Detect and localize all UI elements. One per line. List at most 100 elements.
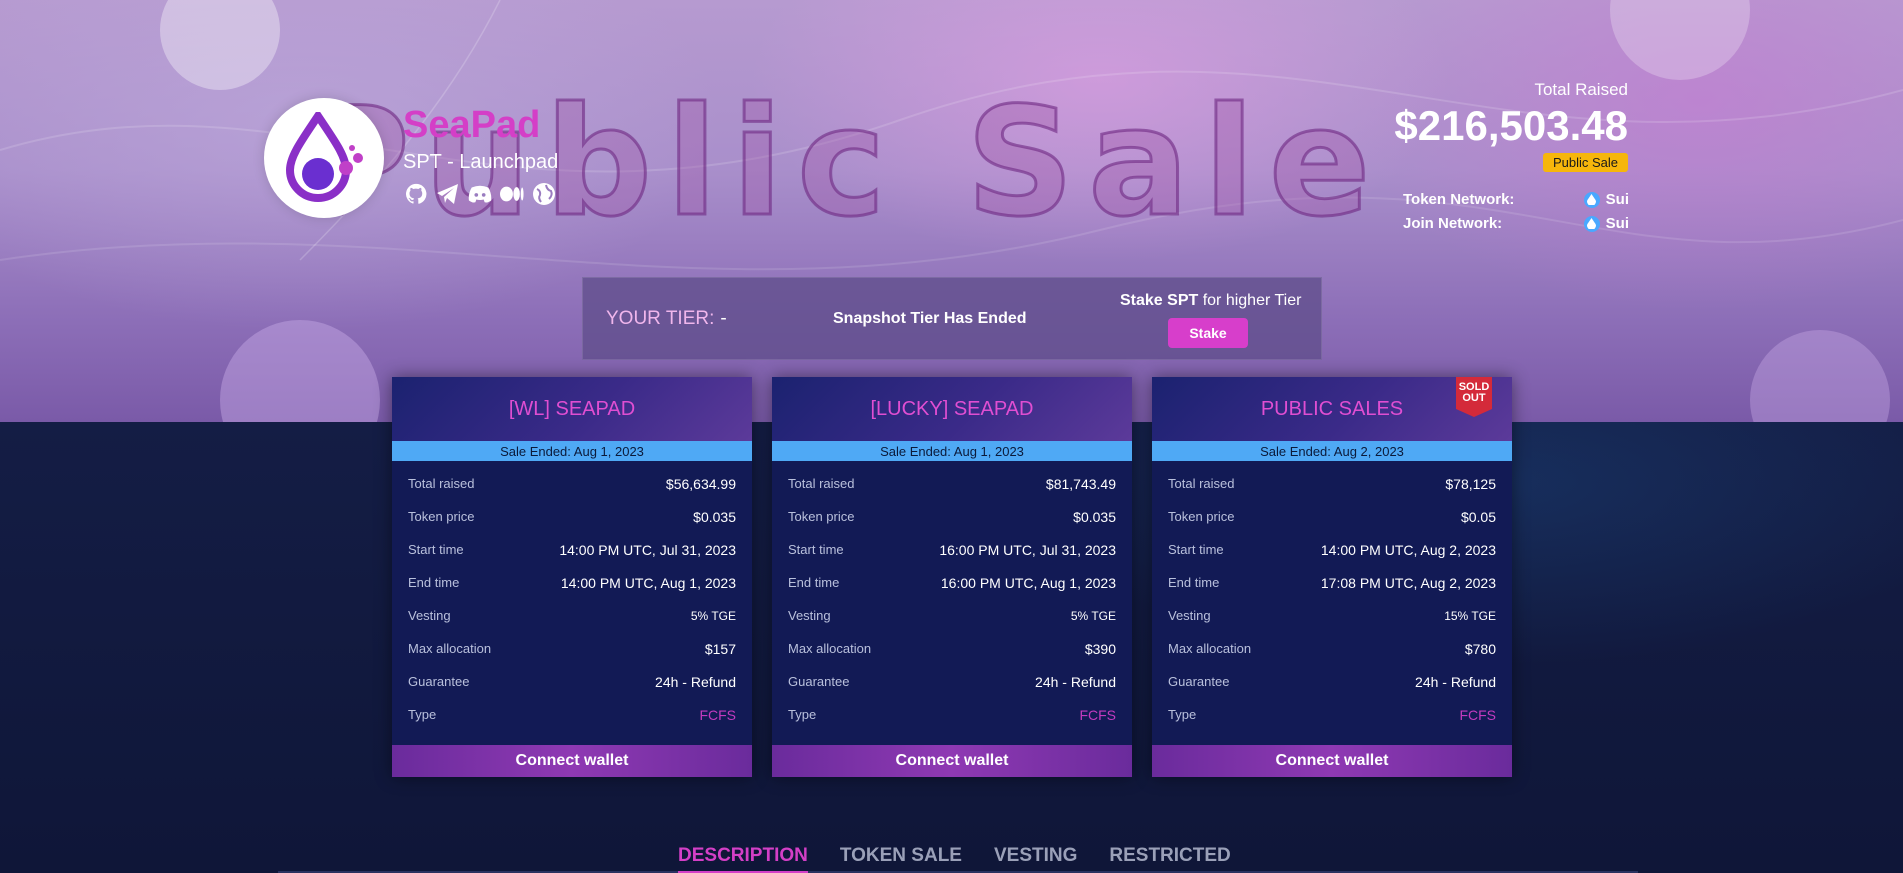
detail-label: Type — [788, 707, 817, 722]
seapad-logo-icon — [285, 112, 363, 202]
detail-row: Guarantee 24h - Refund — [408, 665, 736, 698]
stake-prompt: Stake SPT for higher Tier — [1120, 292, 1301, 310]
detail-row: Start time 14:00 PM UTC, Aug 2, 2023 — [1168, 533, 1496, 566]
globe-icon[interactable] — [532, 182, 556, 206]
telegram-icon[interactable] — [436, 182, 460, 206]
sale-ended-date: Sale Ended: Aug 2, 2023 — [1152, 441, 1512, 461]
detail-value: 15% TGE — [1444, 608, 1496, 623]
snapshot-status: Snapshot Tier Has Ended — [833, 310, 1027, 327]
connect-wallet-button[interactable]: Connect wallet — [392, 745, 752, 777]
pool-title: [LUCKY] SEAPAD — [772, 377, 1132, 441]
sold-out-badge: SOLD OUT — [1456, 377, 1492, 417]
detail-row: Type FCFS — [788, 698, 1116, 731]
pool-details: Total raised $56,634.99 Token price $0.035 S… — [392, 461, 752, 731]
detail-label: Vesting — [788, 608, 831, 623]
detail-label: Start time — [788, 542, 844, 557]
stake-button[interactable]: Stake — [1168, 318, 1248, 348]
detail-value: 5% TGE — [690, 608, 736, 623]
detail-row: Token price $0.035 — [788, 500, 1116, 533]
discord-icon[interactable] — [468, 182, 492, 206]
detail-value: $0.035 — [1073, 508, 1116, 525]
detail-label: Guarantee — [408, 674, 470, 689]
join-network-label: Join Network: — [1403, 215, 1503, 232]
detail-label: Guarantee — [1168, 674, 1230, 689]
connect-wallet-button[interactable]: Connect wallet — [772, 745, 1132, 777]
tab-restricted[interactable]: RESTRICTED — [1109, 845, 1230, 873]
project-subtitle: SPT - Launchpad — [403, 151, 559, 173]
detail-row: Type FCFS — [408, 698, 736, 731]
detail-value: 16:00 PM UTC, Aug 1, 2023 — [940, 574, 1116, 591]
detail-value: 24h - Refund — [1035, 673, 1116, 690]
detail-label: Start time — [408, 542, 464, 557]
detail-value: 14:00 PM UTC, Aug 2, 2023 — [1320, 541, 1496, 558]
detail-value: $0.035 — [693, 508, 736, 525]
detail-value: 24h - Refund — [1415, 673, 1496, 690]
detail-label: Vesting — [1168, 608, 1211, 623]
stake-prompt-rest: for higher Tier — [1198, 292, 1302, 309]
detail-row: Token price $0.035 — [408, 500, 736, 533]
detail-value: $78,125 — [1445, 475, 1496, 492]
detail-row: End time 14:00 PM UTC, Aug 1, 2023 — [408, 566, 736, 599]
tab-description[interactable]: DESCRIPTION — [678, 845, 808, 873]
detail-value: $157 — [704, 640, 736, 657]
detail-row: End time 17:08 PM UTC, Aug 2, 2023 — [1168, 566, 1496, 599]
token-network-row: Token Network: Sui — [1403, 191, 1629, 208]
join-network-row: Join Network: Sui — [1403, 215, 1629, 232]
stake-prompt-bold: Stake SPT — [1120, 292, 1199, 309]
detail-value: $0.05 — [1460, 508, 1496, 525]
token-network-label: Token Network: — [1403, 191, 1515, 208]
detail-label: Max allocation — [788, 641, 872, 656]
github-icon[interactable] — [404, 182, 428, 206]
token-network-value: Sui — [1605, 191, 1629, 208]
detail-label: Type — [408, 707, 437, 722]
detail-label: Token price — [788, 509, 855, 524]
detail-value: FCFS — [1079, 706, 1116, 723]
detail-row: Guarantee 24h - Refund — [788, 665, 1116, 698]
total-raised-label: Total Raised — [1534, 80, 1628, 99]
tab-token-sale[interactable]: TOKEN SALE — [840, 845, 962, 873]
detail-row: Vesting 5% TGE — [408, 599, 736, 632]
detail-label: Max allocation — [408, 641, 492, 656]
detail-label: End time — [788, 575, 840, 590]
detail-row: Max allocation $780 — [1168, 632, 1496, 665]
detail-row: End time 16:00 PM UTC, Aug 1, 2023 — [788, 566, 1116, 599]
detail-row: Max allocation $390 — [788, 632, 1116, 665]
detail-label: Guarantee — [788, 674, 850, 689]
pool-card: [LUCKY] SEAPAD Sale Ended: Aug 1, 2023 Tot… — [772, 377, 1132, 777]
sale-ended-date: Sale Ended: Aug 1, 2023 — [772, 441, 1132, 461]
pool-card: [WL] SEAPAD Sale Ended: Aug 1, 2023 Total … — [392, 377, 752, 777]
detail-label: Max allocation — [1168, 641, 1252, 656]
detail-value: 16:00 PM UTC, Jul 31, 2023 — [939, 541, 1116, 558]
project-logo — [264, 98, 384, 218]
public-sale-badge: Public Sale — [1542, 153, 1628, 172]
detail-label: Vesting — [408, 608, 451, 623]
sui-drop-icon — [1583, 191, 1600, 208]
tab-vesting[interactable]: VESTING — [994, 845, 1077, 873]
detail-label: End time — [1168, 575, 1220, 590]
detail-value: $81,743.49 — [1045, 475, 1116, 492]
detail-label: Start time — [1168, 542, 1224, 557]
detail-value: 24h - Refund — [655, 673, 736, 690]
total-raised-value: $216,503.48 — [1394, 102, 1628, 149]
detail-row: Total raised $78,125 — [1168, 467, 1496, 500]
tier-label-text: YOUR TIER: — [606, 308, 715, 329]
connect-wallet-button[interactable]: Connect wallet — [1152, 745, 1512, 777]
detail-row: Total raised $81,743.49 — [788, 467, 1116, 500]
tier-value: - — [720, 308, 727, 329]
detail-value: FCFS — [699, 706, 736, 723]
tier-panel: YOUR TIER: - Snapshot Tier Has Ended Stak… — [582, 277, 1322, 360]
detail-value: $56,634.99 — [665, 475, 736, 492]
detail-value: $390 — [1084, 640, 1116, 657]
join-network-value: Sui — [1605, 215, 1629, 232]
detail-label: Total raised — [788, 476, 855, 491]
detail-value: 17:08 PM UTC, Aug 2, 2023 — [1320, 574, 1496, 591]
project-tabs: DESCRIPTION TOKEN SALE VESTING RESTRICTE… — [678, 845, 1231, 873]
social-links — [404, 182, 556, 206]
sui-drop-icon — [1583, 215, 1600, 232]
pool-card: PUBLIC SALES SOLD OUT Sale Ended: Aug 2, 20… — [1152, 377, 1512, 777]
pool-details: Total raised $81,743.49 Token price $0.035 S… — [772, 461, 1132, 731]
detail-label: Type — [1168, 707, 1197, 722]
detail-value: 14:00 PM UTC, Aug 1, 2023 — [560, 574, 736, 591]
detail-label: Total raised — [408, 476, 475, 491]
medium-icon[interactable] — [500, 182, 524, 206]
